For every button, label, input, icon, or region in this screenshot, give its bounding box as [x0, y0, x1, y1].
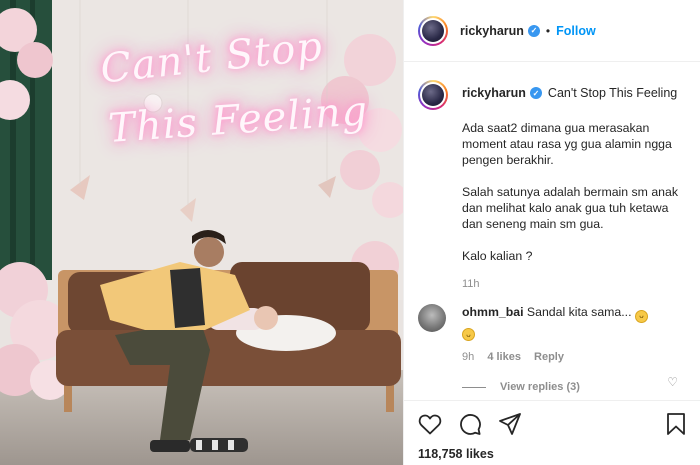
- caption-timestamp[interactable]: 11h: [462, 278, 686, 290]
- comment-like-heart-icon[interactable]: ♡: [667, 375, 678, 389]
- grin-emoji-icon: ᴗ: [462, 328, 475, 341]
- verified-badge-icon: ✓: [529, 87, 542, 99]
- caption-author-avatar[interactable]: [418, 80, 448, 110]
- caption-paragraph: Kalo kalian ?: [462, 249, 533, 263]
- caption-title: Can't Stop This Feeling: [547, 86, 678, 100]
- post-panel: rickyharun ✓ • Follow rickyharun ✓ Can't…: [403, 0, 700, 465]
- comment-body: Sandal kita sama...: [526, 305, 632, 319]
- comment-likes[interactable]: 4 likes: [487, 351, 521, 363]
- bookmark-icon[interactable]: [666, 412, 686, 436]
- caption-paragraph: Ada saat2 dimana gua merasakan moment at…: [462, 121, 672, 167]
- author-avatar[interactable]: [418, 15, 448, 46]
- share-icon[interactable]: [498, 412, 522, 436]
- comment-timestamp[interactable]: 9h: [462, 351, 474, 363]
- comment-icon[interactable]: [458, 412, 482, 436]
- grin-emoji-icon: ᴗ: [634, 309, 648, 323]
- reply-button[interactable]: Reply: [534, 351, 564, 363]
- caption-header: rickyharun ✓ Can't Stop This Feeling: [418, 80, 686, 110]
- follow-button[interactable]: Follow: [556, 24, 596, 38]
- comment-text: ohmm_bai Sandal kita sama... ᴗ ᴗ: [462, 304, 652, 341]
- commenter-username[interactable]: ohmm_bai: [462, 305, 524, 319]
- post-photo[interactable]: Can't Stop This Feeling: [0, 0, 403, 465]
- heart-icon[interactable]: [418, 413, 442, 435]
- comments-section: rickyharun ✓ Can't Stop This Feeling Ada…: [404, 62, 700, 400]
- caption-username[interactable]: rickyharun: [462, 86, 526, 100]
- caption-body: Ada saat2 dimana gua merasakan moment at…: [462, 120, 687, 264]
- view-replies-button[interactable]: View replies (3): [462, 381, 686, 393]
- verified-badge-icon: ✓: [527, 24, 540, 37]
- action-bar: 118,758 likes: [404, 400, 700, 461]
- caption-paragraph: Salah satunya adalah bermain sm anak dan…: [462, 185, 679, 231]
- post-header: rickyharun ✓ • Follow: [404, 0, 700, 62]
- replies-divider-line: [462, 386, 486, 388]
- commenter-avatar[interactable]: [418, 304, 446, 332]
- author-username[interactable]: rickyharun: [460, 24, 524, 38]
- separator-dot: •: [545, 23, 551, 38]
- view-replies-label: View replies (3): [500, 381, 580, 393]
- action-icons: [418, 411, 686, 437]
- likes-count[interactable]: 118,758 likes: [418, 447, 686, 461]
- comment-meta: 9h 4 likes Reply: [462, 351, 686, 363]
- comment-item: ohmm_bai Sandal kita sama... ᴗ ᴗ: [418, 304, 686, 341]
